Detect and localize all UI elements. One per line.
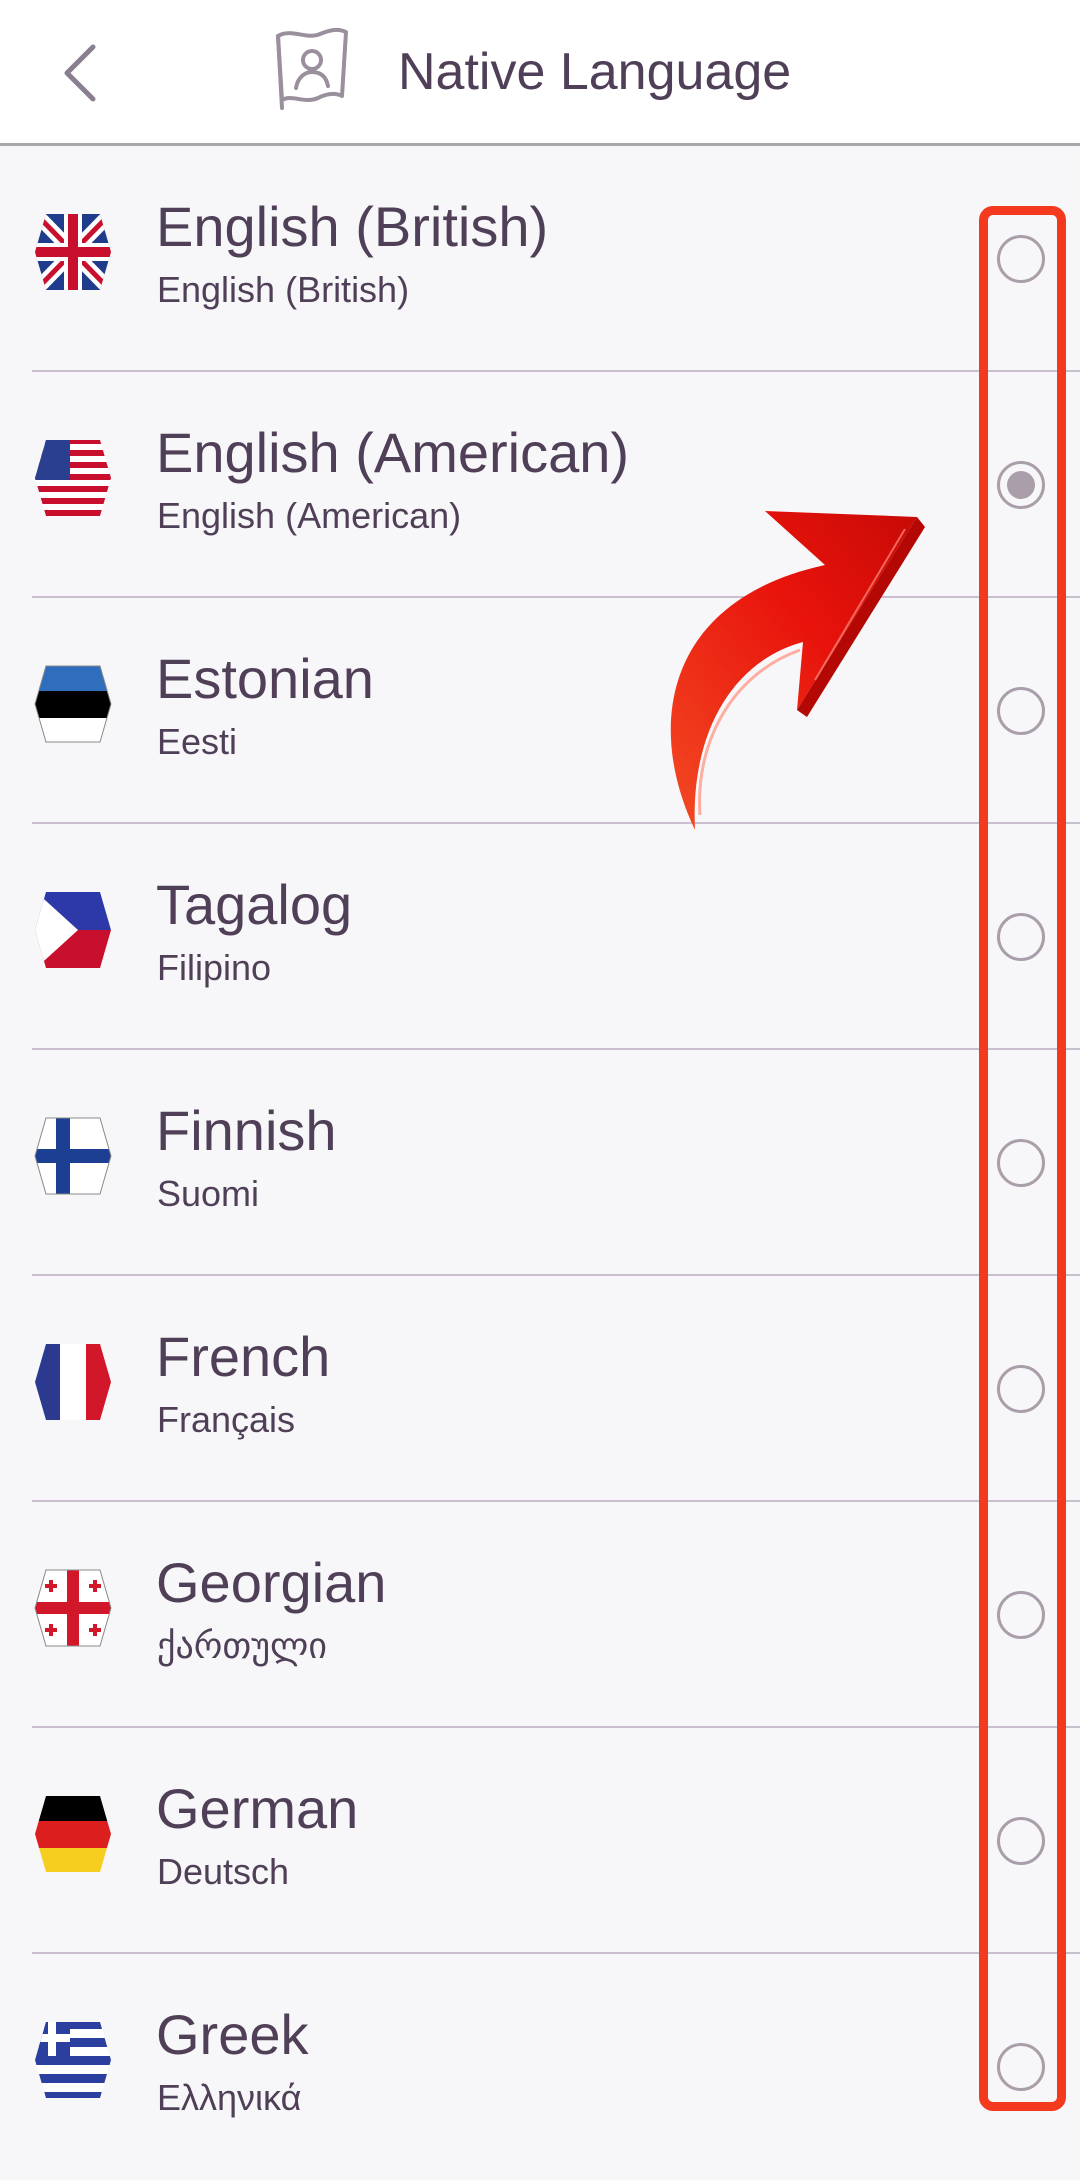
germany-flag-icon — [34, 1794, 112, 1874]
language-row-tagalog[interactable]: Tagalog Filipino — [0, 824, 1080, 1050]
language-native-name: Eesti — [157, 721, 238, 762]
uk-flag-icon — [34, 212, 112, 292]
estonia-flag-icon — [34, 664, 112, 744]
georgia-flag-icon — [34, 1568, 112, 1648]
language-native-name: English (British) — [157, 269, 410, 310]
language-name: Tagalog — [156, 873, 353, 936]
back-button[interactable] — [44, 30, 114, 116]
language-name: Greek — [156, 2003, 309, 2066]
greece-flag-icon — [34, 2020, 112, 2100]
language-native-name: Filipino — [157, 947, 272, 988]
language-row-finnish[interactable]: Finnish Suomi — [0, 1050, 1080, 1276]
language-native-name: Suomi — [157, 1173, 260, 1214]
language-native-name: English (American) — [157, 495, 462, 536]
radio-column-highlight — [979, 206, 1066, 2111]
language-native-name: Deutsch — [157, 1851, 290, 1892]
language-row-georgian[interactable]: Georgian ქართული — [0, 1502, 1080, 1728]
language-row-english-british[interactable]: English (British) English (British) — [0, 146, 1080, 372]
language-row-greek[interactable]: Greek Ελληνικά — [0, 1954, 1080, 2180]
us-flag-icon — [34, 438, 112, 518]
language-native-name: ქართული — [157, 1625, 327, 1666]
language-native-name: Français — [157, 1399, 296, 1440]
language-name: Estonian — [156, 647, 374, 710]
france-flag-icon — [34, 1342, 112, 1422]
language-name: English (British) — [156, 195, 549, 258]
language-list: English (British) English (British) Engl… — [0, 146, 1080, 2180]
language-name: English (American) — [156, 421, 630, 484]
curved-arrow-icon — [670, 511, 925, 830]
language-row-french[interactable]: French Français — [0, 1276, 1080, 1502]
language-flag-person-icon — [272, 26, 352, 110]
page-title: Native Language — [398, 43, 792, 101]
chevron-left-icon — [64, 44, 96, 102]
language-name: Georgian — [156, 1551, 387, 1614]
philippines-flag-icon — [34, 890, 112, 970]
language-name: French — [156, 1325, 331, 1388]
app-header: Native Language — [0, 0, 1080, 146]
language-native-name: Ελληνικά — [157, 2077, 302, 2118]
language-name: German — [156, 1777, 359, 1840]
language-name: Finnish — [156, 1099, 337, 1162]
finland-flag-icon — [34, 1116, 112, 1196]
language-row-german[interactable]: German Deutsch — [0, 1728, 1080, 1954]
